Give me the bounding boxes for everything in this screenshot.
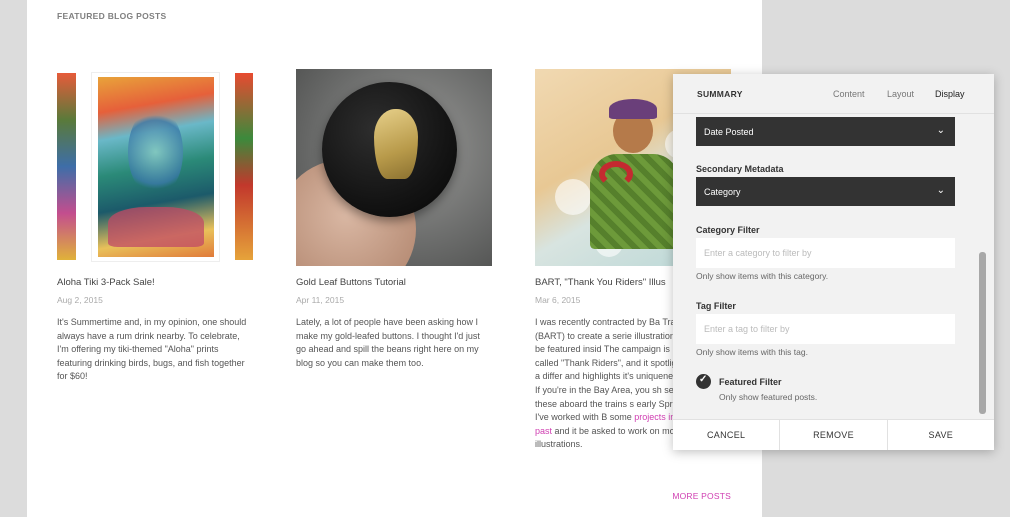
category-filter-hint: Only show items with this category. [696, 271, 829, 281]
featured-filter-label[interactable]: Featured Filter [719, 377, 782, 387]
tiki-print-left [57, 73, 76, 260]
illustration-person-cap [609, 99, 657, 119]
category-filter-input[interactable] [696, 238, 955, 268]
featured-filter-hint: Only show featured posts. [719, 392, 818, 402]
primary-metadata-value: Date Posted [704, 127, 754, 137]
tag-filter-label: Tag Filter [696, 301, 736, 311]
gold-tooth-graphic [374, 109, 418, 179]
tag-filter-hint: Only show items with this tag. [696, 347, 808, 357]
chevron-down-icon: ⌄ [936, 185, 945, 196]
tab-display[interactable]: Display [935, 89, 965, 99]
more-posts-link[interactable]: MORE POSTS [672, 491, 731, 501]
primary-metadata-select[interactable]: Date Posted ⌄ [696, 117, 955, 146]
category-filter-label: Category Filter [696, 225, 760, 235]
post-excerpt: Lately, a lot of people have been asking… [296, 317, 480, 368]
blog-post-card: Aloha Tiki 3-Pack Sale! Aug 2, 2015 It's… [57, 69, 253, 384]
tab-layout[interactable]: Layout [887, 89, 914, 99]
post-title[interactable]: Gold Leaf Buttons Tutorial [296, 276, 492, 289]
post-title[interactable]: Aloha Tiki 3-Pack Sale! [57, 276, 253, 289]
panel-footer: CANCEL REMOVE SAVE [673, 419, 994, 450]
chevron-down-icon: ⌄ [936, 125, 945, 136]
section-title: FEATURED BLOG POSTS [57, 11, 167, 21]
panel-scrollbar[interactable] [979, 252, 986, 414]
blog-post-card: Gold Leaf Buttons Tutorial Apr 11, 2015 … [296, 69, 492, 370]
featured-filter-checkbox[interactable]: ✓ [696, 374, 711, 389]
panel-title: SUMMARY [697, 89, 743, 99]
post-date: Aug 2, 2015 [57, 295, 103, 305]
illustration-headphones [599, 161, 633, 187]
checkmark-icon: ✓ [699, 374, 708, 385]
post-date: Apr 11, 2015 [296, 295, 345, 305]
tab-content[interactable]: Content [833, 89, 865, 99]
tiki-print-right [235, 73, 253, 260]
post-thumbnail-gold-button[interactable] [296, 69, 492, 266]
cancel-button[interactable]: CANCEL [673, 420, 781, 450]
save-button[interactable]: SAVE [888, 420, 994, 450]
post-excerpt: It's Summertime and, in my opinion, one … [57, 317, 247, 382]
secondary-metadata-value: Category [704, 187, 741, 197]
excerpt-text: I was recently contracted by Ba Transit … [535, 317, 692, 423]
summary-settings-panel: SUMMARY Content Layout Display Date Post… [673, 74, 994, 450]
secondary-metadata-label: Secondary Metadata [696, 164, 784, 174]
blog-page: FEATURED BLOG POSTS Aloha Tiki 3-Pack Sa… [27, 0, 762, 517]
panel-body: Date Posted ⌄ Secondary Metadata Categor… [673, 114, 994, 419]
secondary-metadata-select[interactable]: Category ⌄ [696, 177, 955, 206]
post-thumbnail-tiki-prints[interactable] [57, 69, 253, 266]
remove-button[interactable]: REMOVE [780, 420, 888, 450]
excerpt-text-end: and it be asked to work on more illustra… [535, 425, 683, 450]
panel-header: SUMMARY Content Layout Display [673, 74, 994, 114]
tag-filter-input[interactable] [696, 314, 955, 344]
post-excerpt: I was recently contracted by Ba Transit … [535, 316, 695, 452]
tiki-print-center [91, 72, 220, 262]
